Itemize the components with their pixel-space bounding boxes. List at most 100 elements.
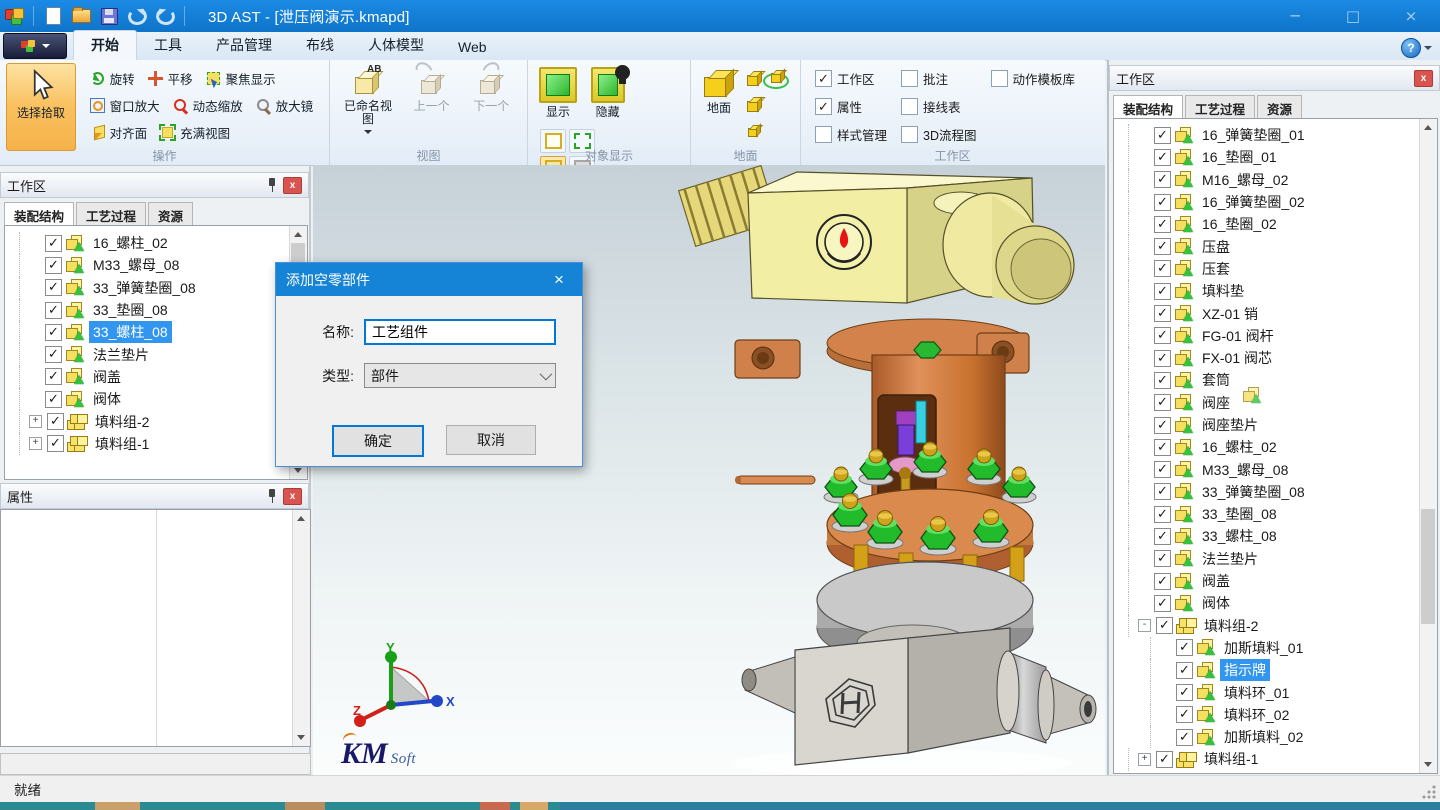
alignface-button[interactable]: 对齐面 bbox=[84, 121, 153, 144]
tree-item-label[interactable]: 33_弹簧垫圈_08 bbox=[1198, 481, 1309, 503]
dialog-title-bar[interactable]: 添加空零部件 × bbox=[276, 263, 582, 296]
tree-item-label[interactable]: 填料环_02 bbox=[1220, 704, 1293, 726]
tree-item-label[interactable]: 填料垫 bbox=[1198, 280, 1248, 302]
dialog-close-button[interactable]: × bbox=[546, 270, 572, 290]
tree-item[interactable]: ✓压盘 bbox=[1114, 235, 1437, 257]
tree-item[interactable]: ✓ 16_垫圈_02 bbox=[1114, 213, 1437, 235]
type-select[interactable]: 部件 bbox=[364, 363, 556, 388]
save-button[interactable] bbox=[97, 5, 121, 27]
tree-item-label[interactable]: 33_螺柱_08 bbox=[89, 321, 172, 343]
visibility-checkbox[interactable]: ✓ bbox=[1156, 751, 1173, 768]
visibility-checkbox[interactable]: ✓ bbox=[1154, 171, 1171, 188]
visibility-checkbox[interactable]: ✓ bbox=[1154, 372, 1171, 389]
tree-item[interactable]: ✓法兰垫片 bbox=[5, 343, 307, 365]
tree-item-label[interactable]: M16_螺母_02 bbox=[1198, 169, 1292, 191]
tree-item[interactable]: ✓ M16_螺母_02 bbox=[1114, 169, 1437, 191]
resize-grip[interactable] bbox=[1422, 785, 1436, 799]
expand-icon[interactable]: + bbox=[1138, 753, 1151, 766]
tree-item-label[interactable]: 16_弹簧垫圈_01 bbox=[1198, 124, 1309, 146]
previous-view-button[interactable]: 上一个 bbox=[404, 63, 460, 155]
tree-item[interactable]: ✓33_垫圈_08 bbox=[5, 299, 307, 321]
tree-item[interactable]: ✓阀盖 bbox=[5, 366, 307, 388]
tree-item-label[interactable]: 填料组-2 bbox=[1200, 615, 1262, 637]
tree-item-label[interactable]: 33_垫圈_08 bbox=[1198, 503, 1281, 525]
tree-item-label[interactable]: 33_弹簧垫圈_08 bbox=[89, 277, 200, 299]
unchecked-checkbox-icon[interactable] bbox=[815, 126, 832, 143]
close-panel-button[interactable]: x bbox=[283, 177, 302, 194]
tree-item-label[interactable]: 16_垫圈_02 bbox=[1198, 213, 1281, 235]
tree-item[interactable]: + ✓ 填料组-1 bbox=[5, 433, 307, 455]
tree-item-label[interactable]: 33_垫圈_08 bbox=[89, 299, 172, 321]
expand-icon[interactable]: + bbox=[29, 437, 42, 450]
tree-item-label[interactable]: 填料组-1 bbox=[1200, 748, 1262, 770]
visibility-checkbox[interactable]: ✓ bbox=[45, 391, 62, 408]
tree-item-label[interactable]: 阀盖 bbox=[1198, 570, 1234, 592]
maximize-button[interactable]: □ bbox=[1324, 0, 1382, 32]
tree-item-label[interactable]: 阀盖 bbox=[89, 366, 125, 388]
tree-item[interactable]: ✓XZ-01 销 bbox=[1114, 302, 1437, 324]
tab-产品管理[interactable]: 产品管理 bbox=[199, 31, 289, 60]
tree-item-label[interactable]: 压套 bbox=[1198, 258, 1234, 280]
help-button[interactable]: ? bbox=[1401, 38, 1432, 58]
tree-item-label[interactable]: 填料组-1 bbox=[91, 433, 153, 455]
minimize-button[interactable]: ─ bbox=[1266, 0, 1324, 32]
tree-item-label[interactable]: 33_螺柱_08 bbox=[1198, 525, 1281, 547]
close-panel-button[interactable]: x bbox=[283, 488, 302, 505]
tree-item-label[interactable]: 16_螺柱_02 bbox=[89, 232, 172, 254]
magnifier-button[interactable]: 放大镜 bbox=[250, 94, 319, 117]
unchecked-checkbox-icon[interactable] bbox=[991, 70, 1008, 87]
tree-item[interactable]: ✓FX-01 阀芯 bbox=[1114, 347, 1437, 369]
checked-checkbox-icon[interactable]: ✓ bbox=[815, 70, 832, 87]
visibility-checkbox[interactable]: ✓ bbox=[1154, 595, 1171, 612]
visibility-checkbox[interactable]: ✓ bbox=[1154, 483, 1171, 500]
tree-item[interactable]: ✓ 阀盖 bbox=[1114, 570, 1437, 592]
workspace-toggle-3D流程图[interactable]: 3D流程图 bbox=[901, 125, 976, 144]
scroll-down-icon[interactable] bbox=[293, 730, 309, 746]
visibility-checkbox[interactable]: ✓ bbox=[1154, 439, 1171, 456]
visibility-checkbox[interactable]: ✓ bbox=[1154, 461, 1171, 478]
visibility-checkbox[interactable]: ✓ bbox=[47, 435, 64, 452]
tree-item[interactable]: ✓指示牌 bbox=[1114, 659, 1437, 681]
tree-item[interactable]: ✓阀体 bbox=[1114, 592, 1437, 614]
tree-item[interactable]: ✓ 33_螺柱_08 bbox=[5, 321, 307, 343]
open-file-button[interactable] bbox=[69, 5, 93, 27]
redo-button[interactable] bbox=[153, 5, 177, 27]
application-menu-button[interactable] bbox=[3, 33, 67, 59]
next-view-button[interactable]: 下一个 bbox=[463, 63, 519, 155]
workspace-toggle-批注[interactable]: 批注 bbox=[901, 69, 976, 88]
visibility-checkbox[interactable]: ✓ bbox=[1154, 350, 1171, 367]
hide-button[interactable]: 隐藏 bbox=[586, 63, 630, 123]
tree-item[interactable]: ✓M33_螺母_08 bbox=[1114, 458, 1437, 480]
fitview-button[interactable]: 充满视图 bbox=[154, 121, 235, 144]
visibility-checkbox[interactable]: ✓ bbox=[1154, 194, 1171, 211]
tree-item[interactable]: +✓填料组-2 bbox=[5, 410, 307, 432]
ok-button[interactable]: 确定 bbox=[332, 425, 424, 457]
tree-item[interactable]: -✓填料组-2 bbox=[1114, 615, 1437, 637]
visibility-checkbox[interactable]: ✓ bbox=[1154, 327, 1171, 344]
ground-ring-option-icon[interactable] bbox=[767, 67, 787, 89]
tree-item-label[interactable]: 套筒 bbox=[1198, 369, 1234, 391]
new-file-button[interactable] bbox=[41, 5, 65, 27]
tree-item-label[interactable]: M33_螺母_08 bbox=[89, 254, 183, 276]
show-button[interactable]: 显示 bbox=[534, 63, 582, 123]
visibility-checkbox[interactable]: ✓ bbox=[1154, 573, 1171, 590]
visibility-checkbox[interactable]: ✓ bbox=[1154, 127, 1171, 144]
winzoom-button[interactable]: 窗口放大 bbox=[84, 94, 165, 117]
visibility-checkbox[interactable]: ✓ bbox=[1154, 149, 1171, 166]
visibility-checkbox[interactable]: ✓ bbox=[1154, 216, 1171, 233]
tree-item[interactable]: ✓阀座 bbox=[1114, 392, 1437, 414]
visibility-checkbox[interactable]: ✓ bbox=[45, 324, 62, 341]
pan-button[interactable]: 平移 bbox=[142, 67, 198, 90]
unchecked-checkbox-icon[interactable] bbox=[901, 98, 918, 115]
tree-item[interactable]: ✓填料环_02 bbox=[1114, 704, 1437, 726]
tab-工具[interactable]: 工具 bbox=[137, 31, 199, 60]
tree-item[interactable]: ✓阀座垫片 bbox=[1114, 414, 1437, 436]
scrollbar-vertical[interactable] bbox=[292, 510, 310, 746]
visibility-checkbox[interactable]: ✓ bbox=[1154, 506, 1171, 523]
tree-item[interactable]: + ✓ 填料组-1 bbox=[1114, 748, 1437, 770]
visibility-checkbox[interactable]: ✓ bbox=[1154, 260, 1171, 277]
tree-item-label[interactable]: 压盘 bbox=[1198, 236, 1234, 258]
viewport-3d[interactable]: Y X Z KM Soft bbox=[313, 165, 1105, 775]
visibility-checkbox[interactable]: ✓ bbox=[1154, 417, 1171, 434]
pin-icon[interactable] bbox=[265, 177, 279, 193]
